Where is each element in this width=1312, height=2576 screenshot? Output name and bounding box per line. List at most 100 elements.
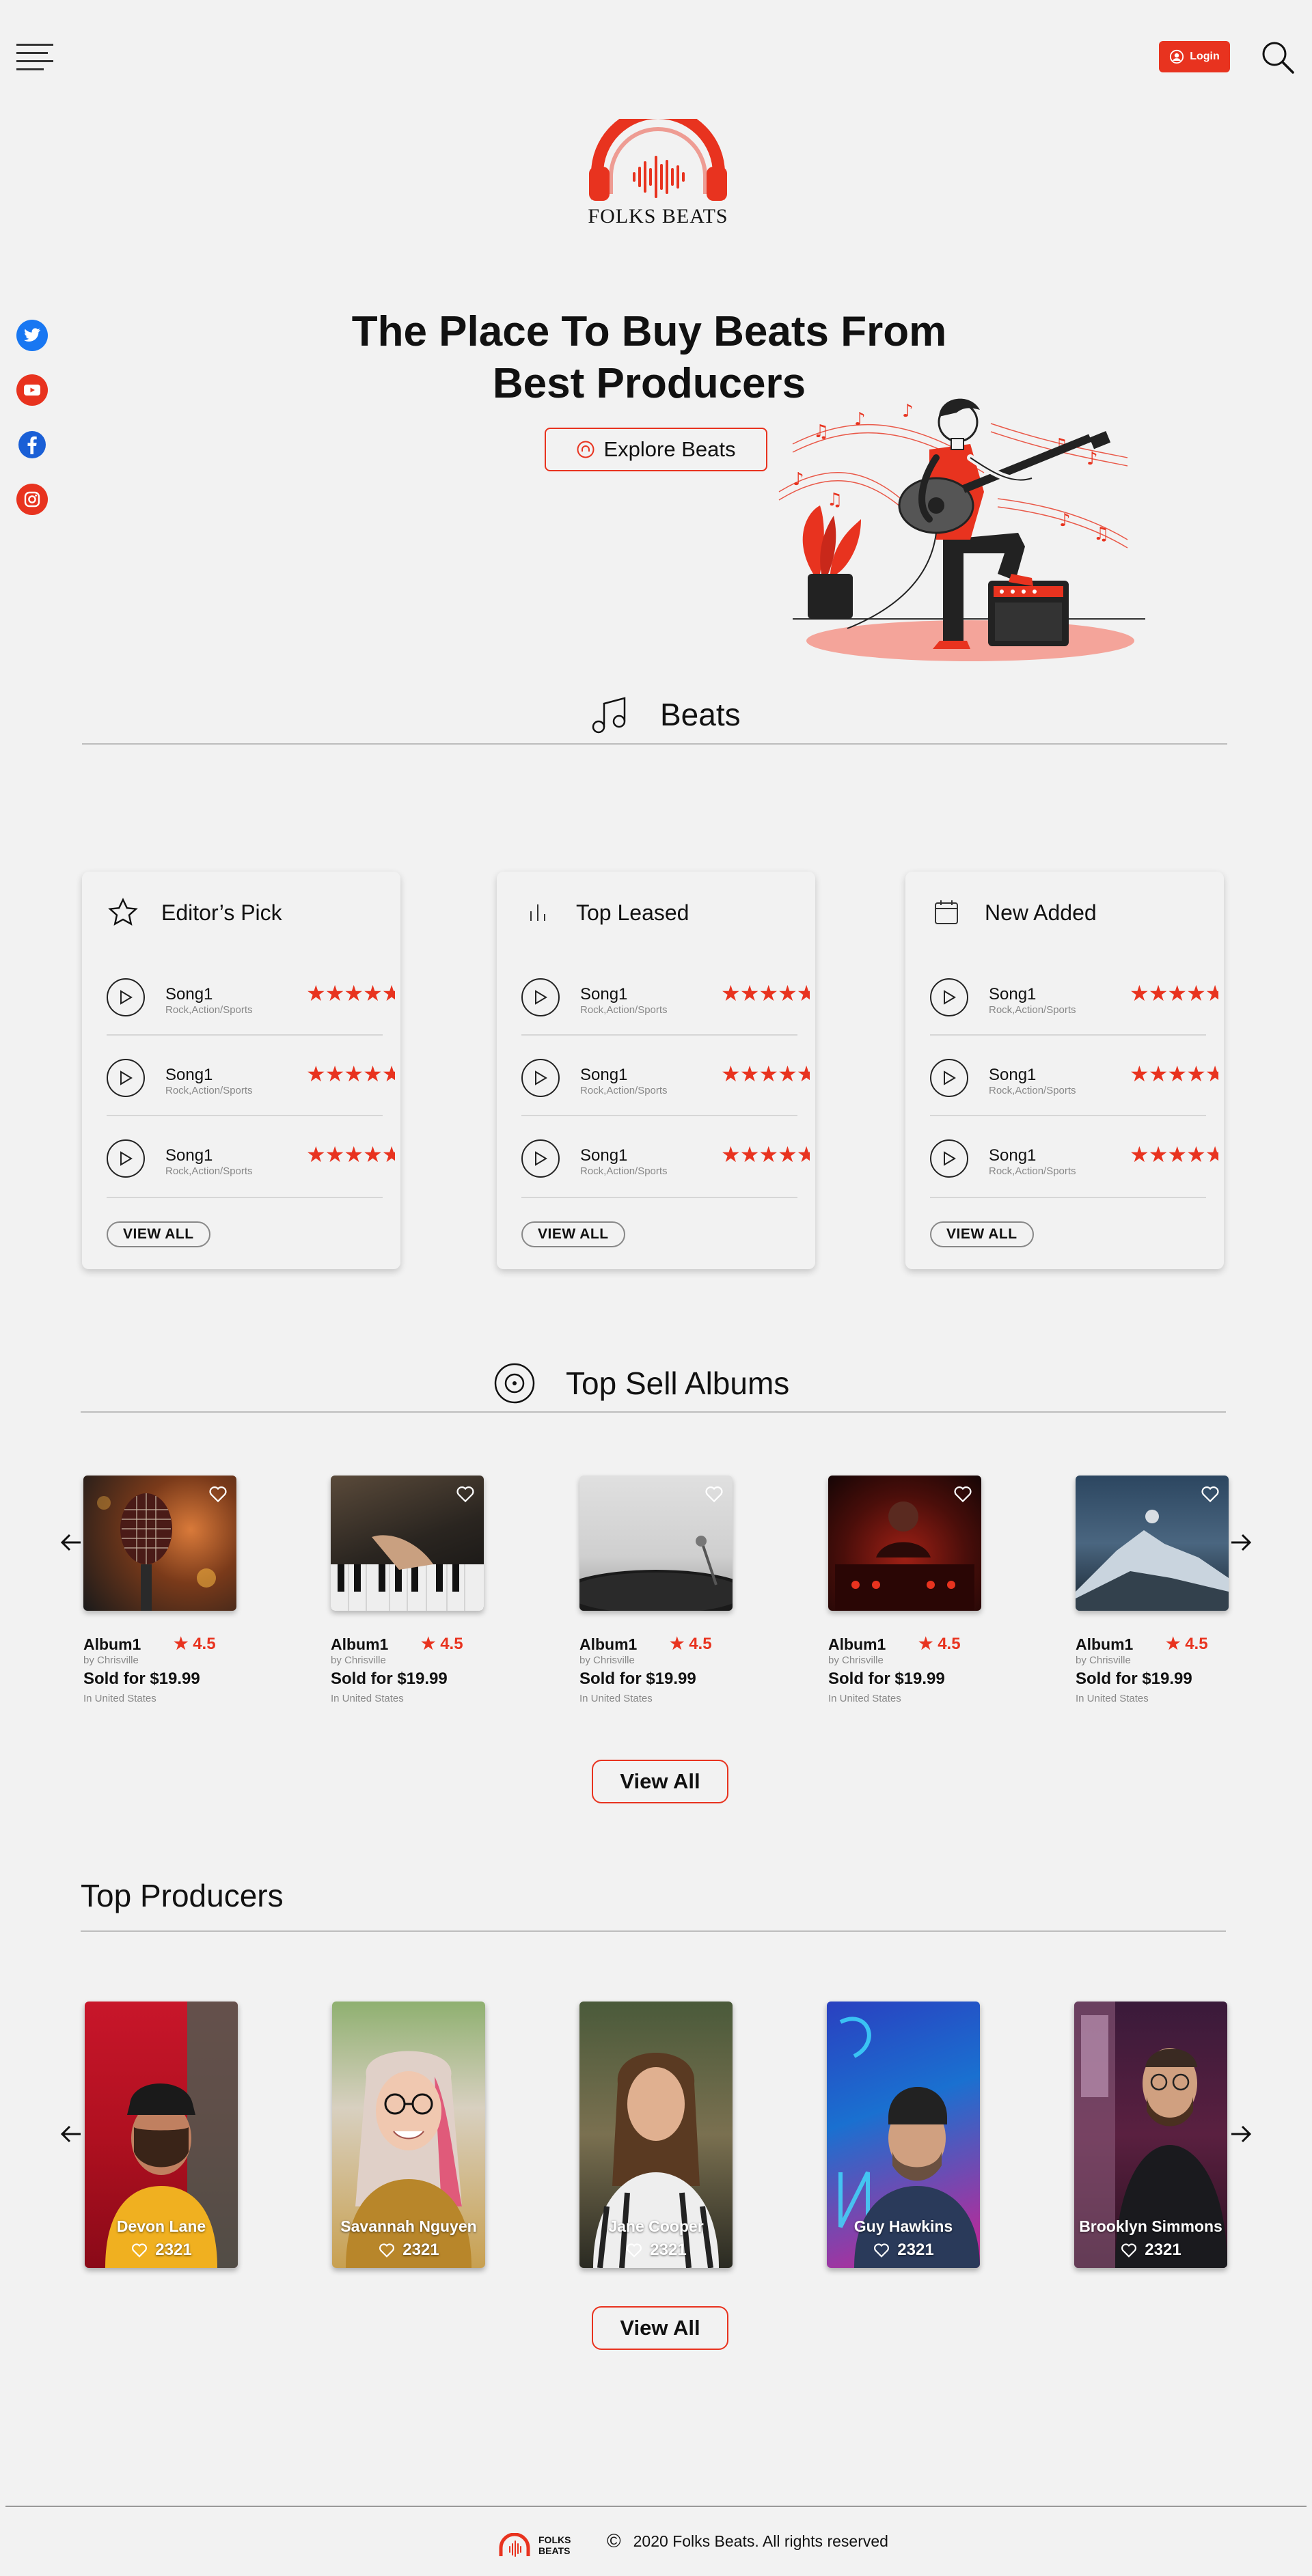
rating-stars: ★★★★★ bbox=[1130, 982, 1218, 1004]
producer-name: Jane Cooper bbox=[608, 2217, 704, 2235]
song-genre: Rock,Action/Sports bbox=[580, 1165, 668, 1177]
play-icon[interactable] bbox=[930, 1139, 968, 1178]
heart-icon[interactable] bbox=[953, 1484, 973, 1504]
song-row[interactable]: Song1 Rock,Action/Sports ★★★★★ bbox=[107, 1116, 395, 1197]
producer-card[interactable]: Devon Lane 2321 bbox=[85, 2002, 238, 2268]
heart-icon[interactable] bbox=[704, 1484, 724, 1504]
heart-icon[interactable] bbox=[378, 2241, 396, 2259]
producer-likes: 2321 bbox=[827, 2241, 980, 2260]
producer-name: Brooklyn Simmons bbox=[1079, 2217, 1222, 2235]
song-row[interactable]: Song1 Rock,Action/Sports ★★★★★ bbox=[521, 955, 810, 1036]
producer-name: Devon Lane bbox=[116, 2217, 206, 2235]
song-name: Song1 bbox=[165, 985, 213, 1003]
album-cover-microphone[interactable] bbox=[83, 1476, 236, 1611]
album-name: Album1 bbox=[579, 1635, 638, 1653]
copyright-text: 2020 Folks Beats. All rights reserved bbox=[633, 2532, 888, 2550]
heart-icon[interactable] bbox=[131, 2241, 148, 2259]
producer-card[interactable]: Savannah Nguyen 2321 bbox=[332, 2002, 485, 2268]
albums-prev-arrow-icon[interactable] bbox=[59, 1530, 83, 1555]
play-icon[interactable] bbox=[107, 1059, 145, 1097]
producers-prev-arrow-icon[interactable] bbox=[59, 2122, 83, 2146]
svg-text:♫: ♫ bbox=[827, 490, 843, 510]
svg-text:♪: ♪ bbox=[902, 401, 914, 421]
card-title: Editor’s Pick bbox=[161, 900, 282, 925]
view-all-button[interactable]: VIEW ALL bbox=[521, 1221, 625, 1247]
album-name: Album1 bbox=[331, 1635, 389, 1653]
song-row[interactable]: Song1 Rock,Action/Sports ★★★★★ bbox=[521, 1036, 810, 1116]
album-name: Album1 bbox=[83, 1635, 141, 1653]
song-row[interactable]: Song1 Rock,Action/Sports ★★★★★ bbox=[521, 1116, 810, 1197]
album-artist: by Chrisville bbox=[579, 1654, 635, 1666]
heart-icon[interactable] bbox=[1120, 2241, 1138, 2259]
play-icon[interactable] bbox=[521, 1059, 560, 1097]
play-icon[interactable] bbox=[107, 1139, 145, 1178]
producers-divider bbox=[81, 1930, 1226, 1932]
song-row[interactable]: Song1 Rock,Action/Sports ★★★★★ bbox=[930, 1036, 1218, 1116]
twitter-icon[interactable] bbox=[16, 320, 48, 351]
producers-view-all-button[interactable]: View All bbox=[592, 2306, 728, 2350]
login-button[interactable]: Login bbox=[1159, 41, 1230, 72]
play-icon[interactable] bbox=[930, 978, 968, 1016]
song-genre: Rock,Action/Sports bbox=[165, 1165, 253, 1177]
view-all-button[interactable]: VIEW ALL bbox=[930, 1221, 1034, 1247]
producers-next-arrow-icon[interactable] bbox=[1229, 2122, 1253, 2146]
search-icon[interactable] bbox=[1260, 40, 1296, 75]
play-icon[interactable] bbox=[930, 1059, 968, 1097]
album-card[interactable]: Album1 ★ 4.5 by Chrisville Sold for $19.… bbox=[83, 1476, 241, 1708]
song-row[interactable]: Song1 Rock,Action/Sports ★★★★★ bbox=[107, 1036, 395, 1116]
youtube-icon[interactable] bbox=[16, 374, 48, 406]
album-price: Sold for $19.99 bbox=[1076, 1670, 1192, 1688]
album-rating: ★ 4.5 bbox=[918, 1634, 961, 1654]
rating-stars: ★★★★★ bbox=[721, 982, 810, 1004]
svg-text:♪: ♪ bbox=[1059, 510, 1071, 531]
card-header: Editor’s Pick bbox=[107, 896, 282, 929]
bars-icon bbox=[530, 904, 545, 921]
album-price: Sold for $19.99 bbox=[331, 1670, 448, 1688]
album-cover-dj-booth[interactable] bbox=[828, 1476, 981, 1611]
album-cover-turntable[interactable] bbox=[579, 1476, 733, 1611]
play-icon[interactable] bbox=[107, 978, 145, 1016]
likes-count: 2321 bbox=[650, 2241, 687, 2259]
producer-card[interactable]: Brooklyn Simmons 2321 bbox=[1074, 2002, 1227, 2268]
row-divider bbox=[107, 1197, 383, 1198]
play-icon[interactable] bbox=[521, 1139, 560, 1178]
song-row[interactable]: Song1 Rock,Action/Sports ★★★★★ bbox=[930, 955, 1218, 1036]
heart-icon[interactable] bbox=[625, 2241, 643, 2259]
heart-icon[interactable] bbox=[1200, 1484, 1220, 1504]
song-row[interactable]: Song1 Rock,Action/Sports ★★★★★ bbox=[107, 955, 395, 1036]
album-cover-piano[interactable] bbox=[331, 1476, 484, 1611]
heart-icon[interactable] bbox=[455, 1484, 476, 1504]
album-card[interactable]: Album1 ★ 4.5 by Chrisville Sold for $19.… bbox=[331, 1476, 488, 1708]
album-card[interactable]: Album1 ★ 4.5 by Chrisville Sold for $19.… bbox=[828, 1476, 985, 1708]
albums-view-all-button[interactable]: View All bbox=[592, 1760, 728, 1803]
song-genre: Rock,Action/Sports bbox=[165, 1085, 253, 1096]
album-cover-mountain[interactable] bbox=[1076, 1476, 1229, 1611]
heart-icon[interactable] bbox=[208, 1484, 228, 1504]
play-icon[interactable] bbox=[521, 978, 560, 1016]
album-name: Album1 bbox=[1076, 1635, 1134, 1653]
brand-logo[interactable]: FOLKS BEATS bbox=[586, 119, 730, 235]
star-icon: ★ bbox=[918, 1635, 933, 1653]
producer-card[interactable]: Jane Cooper 2321 bbox=[579, 2002, 733, 2268]
copyright-icon: © bbox=[607, 2530, 621, 2551]
song-row[interactable]: Song1 Rock,Action/Sports ★★★★★ bbox=[930, 1116, 1218, 1197]
footer-copyright: © 2020 Folks Beats. All rights reserved bbox=[607, 2530, 888, 2552]
producer-card[interactable]: Guy Hawkins 2321 bbox=[827, 2002, 980, 2268]
card-title: Top Leased bbox=[576, 900, 689, 925]
instagram-icon[interactable] bbox=[16, 484, 48, 515]
album-card[interactable]: Album1 ★ 4.5 by Chrisville Sold for $19.… bbox=[1076, 1476, 1233, 1708]
calendar-icon bbox=[935, 900, 958, 924]
albums-section-title: Top Sell Albums bbox=[566, 1366, 790, 1401]
likes-count: 2321 bbox=[155, 2241, 192, 2259]
album-location: In United States bbox=[828, 1693, 901, 1704]
view-all-button[interactable]: VIEW ALL bbox=[107, 1221, 210, 1247]
facebook-icon[interactable] bbox=[16, 429, 48, 460]
heart-icon[interactable] bbox=[873, 2241, 890, 2259]
menu-icon[interactable] bbox=[16, 44, 53, 71]
svg-text:♪: ♪ bbox=[854, 409, 866, 430]
album-name: Album1 bbox=[828, 1635, 886, 1653]
album-card[interactable]: Album1 ★ 4.5 by Chrisville Sold for $19.… bbox=[579, 1476, 737, 1708]
explore-beats-button[interactable]: Explore Beats bbox=[545, 428, 767, 471]
song-genre: Rock,Action/Sports bbox=[165, 1004, 253, 1016]
footer-logo[interactable]: FOLKS BEATS bbox=[497, 2525, 579, 2566]
